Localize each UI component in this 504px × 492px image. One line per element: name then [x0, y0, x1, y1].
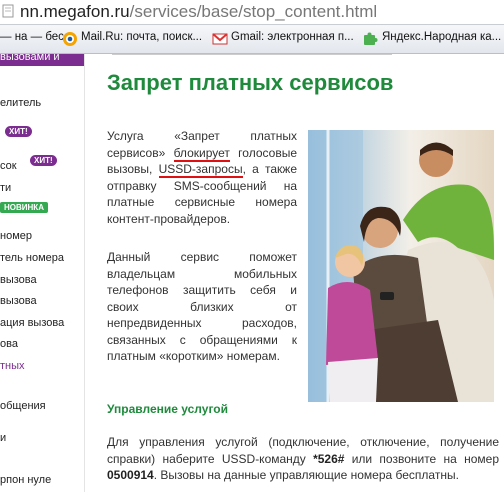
bookmark-gmail[interactable]: Gmail: электронная п...: [231, 31, 354, 43]
sidebar-header: вызовами и: [0, 54, 84, 66]
phone-number: 0500914: [107, 468, 154, 482]
breadcrumb: [112, 54, 392, 61]
bookmarks-bar: — на — бес... Mail.Ru: почта, поиск... G…: [0, 25, 504, 54]
page-icon: [2, 4, 14, 18]
sidebar-item[interactable]: ти: [0, 182, 11, 194]
sidebar-item[interactable]: тель номера: [0, 252, 64, 264]
management-instructions: Для управления услугой (подключение, отк…: [107, 434, 499, 484]
sidebar-item[interactable]: елитель: [0, 97, 41, 109]
sidebar-item[interactable]: вызова: [0, 274, 37, 286]
family-photo-art: [308, 130, 494, 402]
benefit-text: Данный сервис поможет владельцам мобильн…: [107, 250, 297, 363]
service-benefit: Данный сервис поможет владельцам мобильн…: [107, 249, 297, 365]
puzzle-icon: [364, 32, 378, 45]
address-bar[interactable]: nn.megafon.ru/services/base/stop_content…: [0, 0, 504, 25]
service-description: Услуга «Запрет платных сервисов» блокиру…: [107, 128, 297, 227]
sidebar-item-active[interactable]: тных: [0, 360, 25, 372]
sidebar-header-label: вызовами и: [0, 54, 60, 63]
url-text[interactable]: nn.megafon.ru/services/base/stop_content…: [20, 2, 377, 22]
gmail-icon: [212, 33, 228, 45]
sidebar-item[interactable]: номер: [0, 230, 32, 242]
hit-badge: ХИТ!: [30, 155, 57, 166]
sidebar-nav: вызовами и елитель ХИТ! сок ХИТ! ти НОВИ…: [0, 54, 85, 492]
page-title: Запрет платных сервисов: [107, 70, 394, 95]
mailru-icon: [63, 32, 77, 46]
sidebar-item[interactable]: вызова: [0, 295, 37, 307]
sidebar-item[interactable]: ация вызова: [0, 317, 64, 329]
bookmark-mailru[interactable]: Mail.Ru: почта, поиск...: [81, 31, 202, 43]
sidebar-item[interactable]: рпон нуле: [0, 474, 51, 486]
text: . Вызовы на данные управляющие номера бе…: [153, 468, 459, 482]
bookmark-yandex[interactable]: Яндекс.Народная ка...: [382, 31, 501, 43]
section-title-management: Управление услугой: [107, 402, 228, 416]
hit-badge: ХИТ!: [5, 126, 32, 137]
ussd-code: *526#: [313, 451, 345, 466]
url-host: nn.megafon.ru: [20, 2, 130, 21]
new-badge: НОВИНКА: [0, 202, 48, 213]
sidebar-item[interactable]: сок: [0, 160, 17, 172]
highlight-ussd: USSD-запросы: [158, 162, 243, 178]
text: или позвоните на номер: [344, 451, 499, 466]
sidebar-item[interactable]: ова: [0, 338, 18, 350]
sidebar-item[interactable]: общения: [0, 400, 46, 412]
sidebar-item[interactable]: и: [0, 432, 6, 444]
highlight-blocks: блокирует: [173, 145, 230, 162]
url-path: /services/base/stop_content.html: [129, 2, 378, 21]
family-photo: [308, 130, 494, 402]
